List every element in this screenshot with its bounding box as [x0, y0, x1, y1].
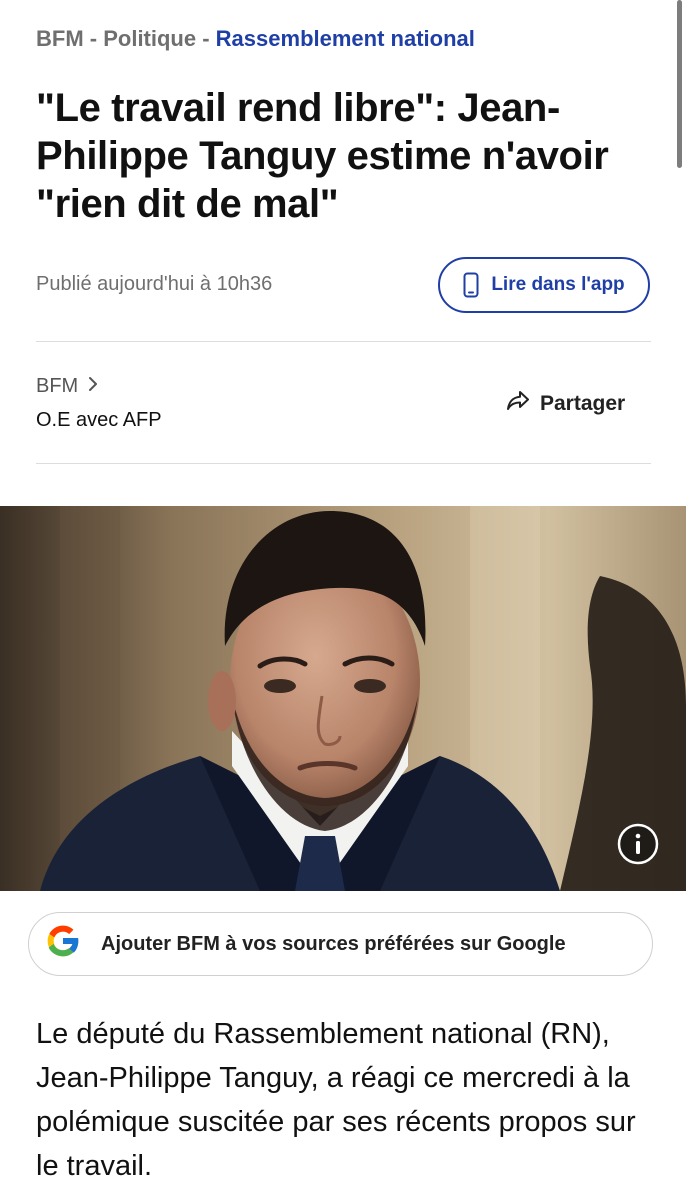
share-button[interactable]: Partager — [506, 388, 625, 420]
article-title: "Le travail rend libre": Jean-Philippe T… — [36, 86, 609, 226]
breadcrumb-separator: - — [83, 26, 104, 51]
divider — [36, 463, 651, 464]
source-link[interactable]: BFM — [36, 372, 98, 400]
article-author: O.E avec AFP — [36, 409, 162, 431]
scroll-indicator[interactable] — [677, 0, 682, 168]
share-label: Partager — [540, 392, 626, 415]
breadcrumb: BFM - Politique - Rassemblement national — [36, 24, 475, 54]
source-name: BFM — [36, 375, 79, 397]
phone-icon — [463, 272, 479, 298]
article-lead: Le député du Rassemblement national (RN)… — [36, 1018, 636, 1182]
add-google-source-button[interactable]: Ajouter BFM à vos sources préférées sur … — [28, 912, 653, 976]
divider — [36, 341, 651, 342]
google-logo-icon — [43, 921, 83, 967]
breadcrumb-site[interactable]: BFM — [36, 26, 84, 51]
share-arrow-icon — [506, 390, 530, 418]
chevron-right-icon — [88, 372, 98, 400]
publish-date: Publié aujourd'hui à 10h36 — [36, 273, 273, 295]
read-in-app-button[interactable]: Lire dans l'app — [438, 257, 650, 313]
info-icon[interactable] — [617, 823, 659, 865]
breadcrumb-topic[interactable]: Rassemblement national — [216, 26, 475, 51]
breadcrumb-separator: - — [196, 26, 216, 51]
article-photo — [0, 506, 686, 891]
read-in-app-label: Lire dans l'app — [491, 274, 625, 295]
add-google-source-label: Ajouter BFM à vos sources préférées sur … — [101, 932, 566, 955]
breadcrumb-section[interactable]: Politique — [103, 26, 196, 51]
